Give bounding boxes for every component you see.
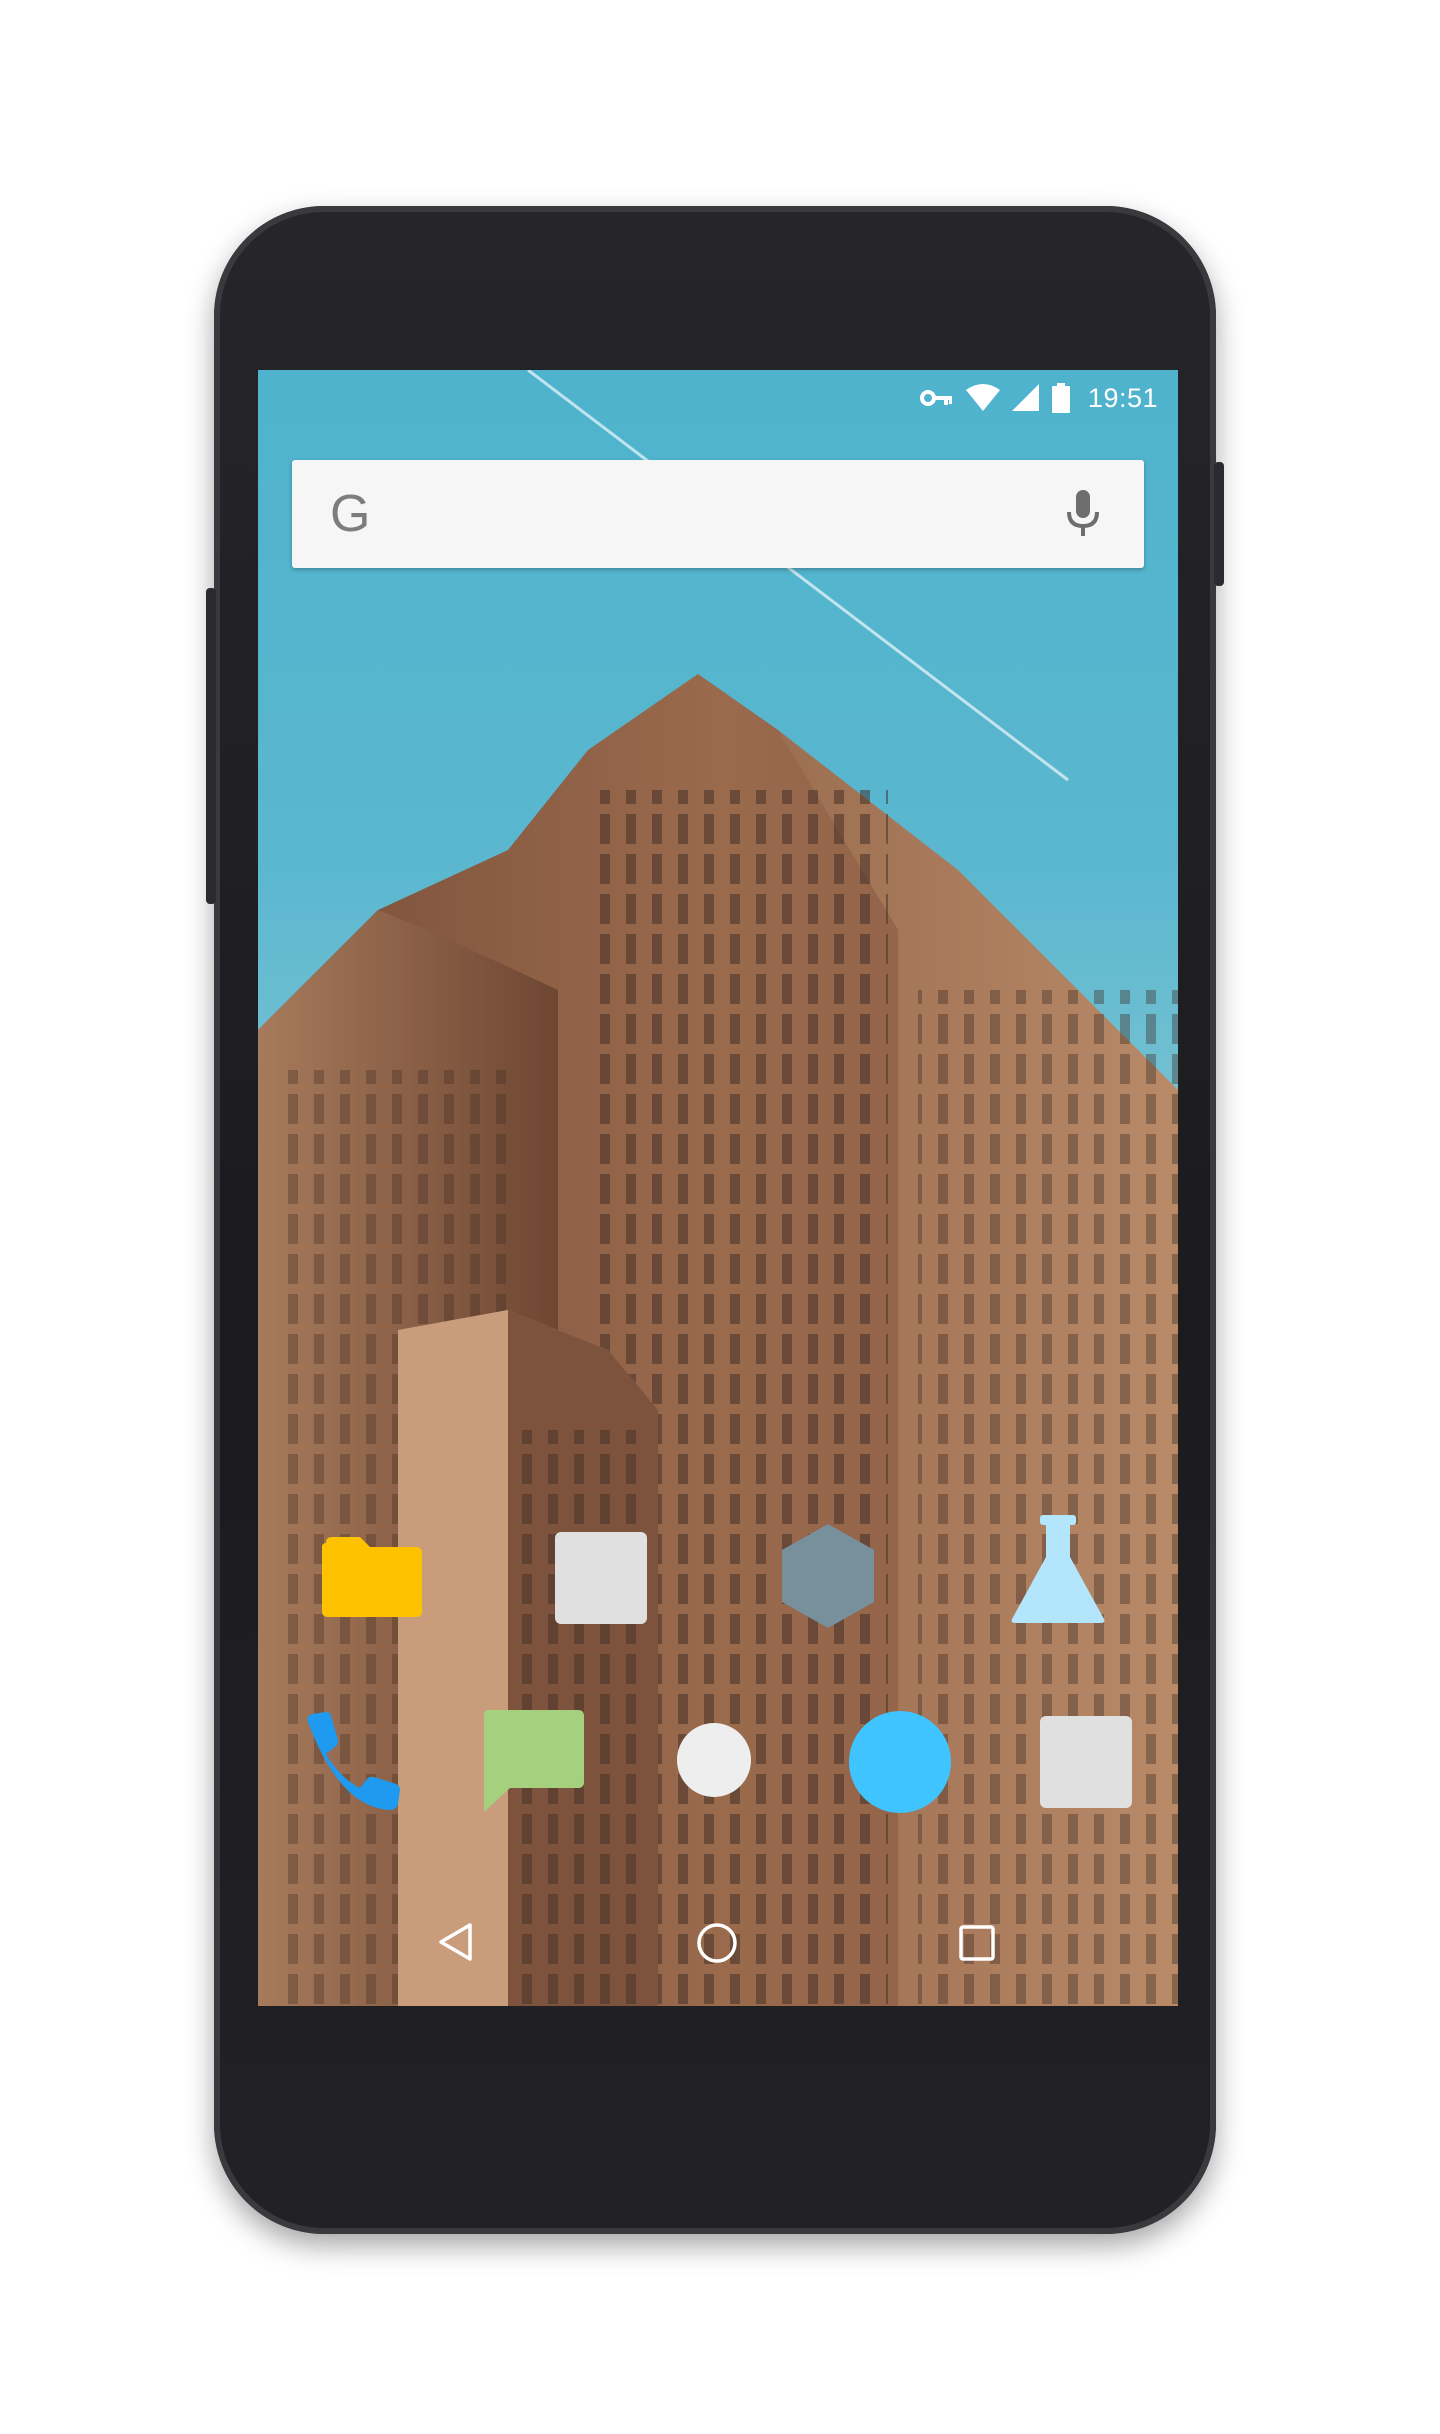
google-search-bar[interactable]: G — [292, 460, 1144, 568]
battery-icon — [1051, 383, 1070, 413]
cell-signal-icon — [1011, 384, 1039, 411]
volume-button[interactable] — [206, 588, 216, 904]
status-time: 19:51 — [1087, 382, 1158, 413]
vpn-key-icon — [919, 390, 952, 406]
status-bar: 19:51 — [258, 370, 1178, 426]
home-icon[interactable] — [696, 1922, 738, 1964]
circle-app-icon-blue[interactable] — [848, 1710, 952, 1814]
circle-app-icon[interactable] — [676, 1722, 752, 1798]
recents-icon[interactable] — [958, 1924, 996, 1962]
flask-icon[interactable] — [1010, 1515, 1106, 1625]
mic-icon[interactable] — [1066, 490, 1100, 538]
wifi-icon — [965, 384, 1000, 411]
back-icon[interactable] — [438, 1922, 474, 1962]
square-app-icon[interactable] — [553, 1530, 649, 1626]
phone-icon[interactable] — [300, 1712, 400, 1812]
folder-icon[interactable] — [320, 1535, 424, 1619]
google-logo: G — [330, 485, 371, 543]
message-icon[interactable] — [480, 1708, 586, 1814]
square-app-icon-2[interactable] — [1038, 1714, 1134, 1810]
home-screen: 19:51 G — [258, 370, 1178, 2006]
hexagon-app-icon[interactable] — [780, 1522, 876, 1630]
power-button[interactable] — [1214, 462, 1224, 586]
